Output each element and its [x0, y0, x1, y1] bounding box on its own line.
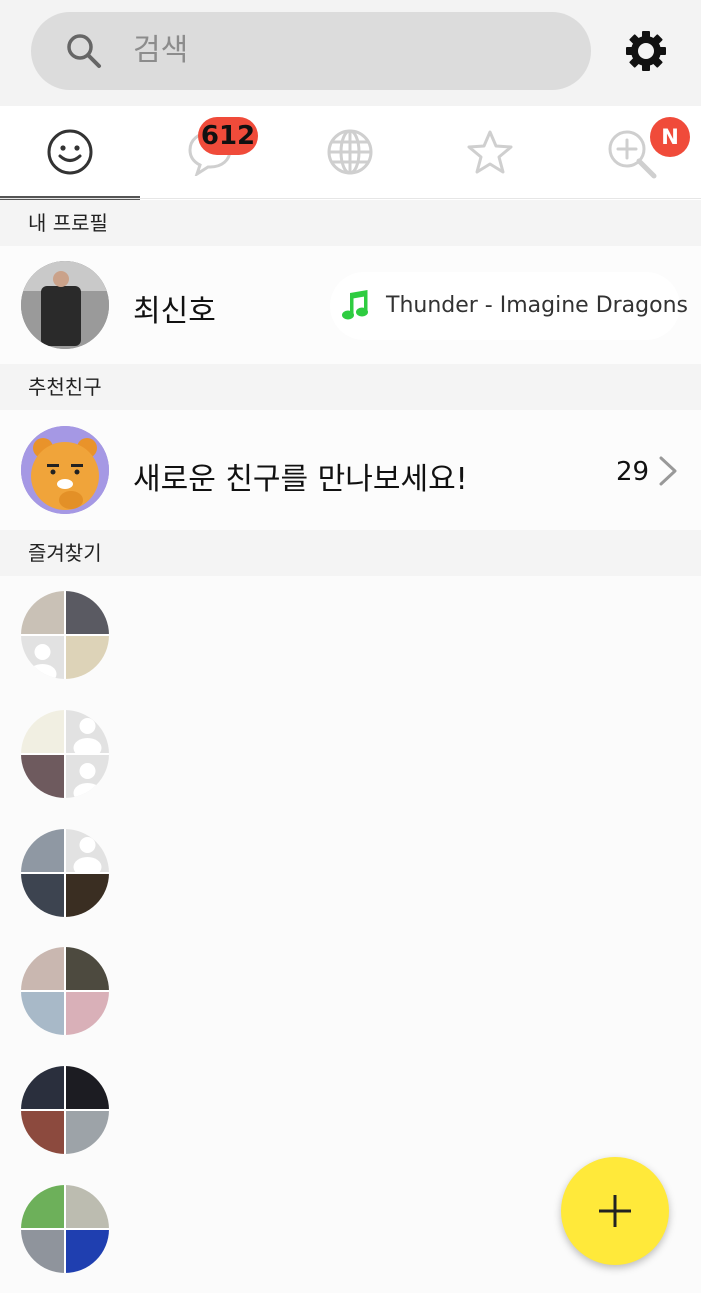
avatar-tile — [66, 636, 109, 679]
avatar-tile — [66, 992, 109, 1035]
default-person-icon — [66, 710, 109, 753]
avatar-tile — [21, 1185, 64, 1228]
settings-gear-icon[interactable] — [624, 29, 668, 73]
section-recommended: 추천친구 — [0, 364, 701, 410]
favorite-group-avatar[interactable] — [21, 947, 109, 1035]
avatar-tile — [21, 1066, 64, 1109]
tab-discover[interactable] — [280, 106, 420, 200]
recommend-count: 29 — [616, 457, 650, 487]
tab-bar — [0, 106, 701, 200]
avatar-tile — [21, 947, 64, 990]
add-friend-fab[interactable] — [561, 1157, 669, 1265]
avatar-tile — [21, 874, 64, 917]
favorite-group-avatar[interactable] — [21, 829, 109, 917]
avatar-tile — [66, 1185, 109, 1228]
chevron-right-icon — [659, 456, 677, 486]
tab-favorites[interactable] — [420, 106, 560, 200]
smiley-icon — [47, 129, 93, 175]
search-bar[interactable]: 검색 — [31, 12, 591, 90]
avatar-tile — [21, 591, 64, 634]
avatar-tile — [66, 874, 109, 917]
section-favorites: 즐겨찾기 — [0, 530, 701, 576]
section-title: 즐겨찾기 — [28, 541, 102, 565]
ryan-character-avatar — [21, 426, 109, 514]
default-person-icon — [66, 829, 109, 872]
new-badge: N — [650, 117, 690, 157]
default-person-icon — [21, 636, 64, 679]
avatar-tile — [21, 829, 64, 872]
avatar-tile — [21, 710, 64, 753]
chat-unread-badge: 612 — [198, 117, 258, 155]
recommend-text: 새로운 친구를 만나보세요! — [133, 462, 468, 497]
avatar-tile — [66, 947, 109, 990]
top-bar: 검색 — [0, 0, 701, 106]
star-icon — [467, 130, 513, 174]
plus-icon — [599, 1195, 631, 1227]
section-title: 내 프로필 — [28, 211, 108, 235]
avatar-tile — [66, 1230, 109, 1273]
favorite-group-avatar[interactable] — [21, 591, 109, 679]
tab-divider — [0, 198, 701, 199]
favorite-group-avatar[interactable] — [21, 1185, 109, 1273]
globe-icon — [327, 129, 373, 175]
avatar[interactable] — [21, 261, 109, 349]
tab-friends[interactable] — [0, 106, 140, 200]
search-placeholder: 검색 — [133, 33, 189, 68]
avatar-tile — [66, 1066, 109, 1109]
section-title: 추천친구 — [28, 375, 102, 399]
music-note-icon — [342, 290, 368, 320]
default-person-icon — [66, 755, 109, 798]
avatar-tile — [21, 755, 64, 798]
avatar-tile — [21, 992, 64, 1035]
profile-music-chip[interactable]: Thunder - Imagine Dragons — [330, 272, 688, 340]
section-my-profile: 내 프로필 — [0, 200, 701, 246]
search-icon — [67, 34, 101, 68]
avatar-tile — [66, 591, 109, 634]
favorite-group-avatar[interactable] — [21, 710, 109, 798]
avatar-tile — [21, 1230, 64, 1273]
favorite-group-avatar[interactable] — [21, 1066, 109, 1154]
profile-name: 최신호 — [133, 294, 216, 329]
avatar-tile — [21, 1111, 64, 1154]
avatar-tile — [66, 1111, 109, 1154]
recommend-friends-row[interactable]: 새로운 친구를 만나보세요! 29 — [0, 410, 701, 530]
profile-music-text: Thunder - Imagine Dragons — [386, 293, 688, 318]
